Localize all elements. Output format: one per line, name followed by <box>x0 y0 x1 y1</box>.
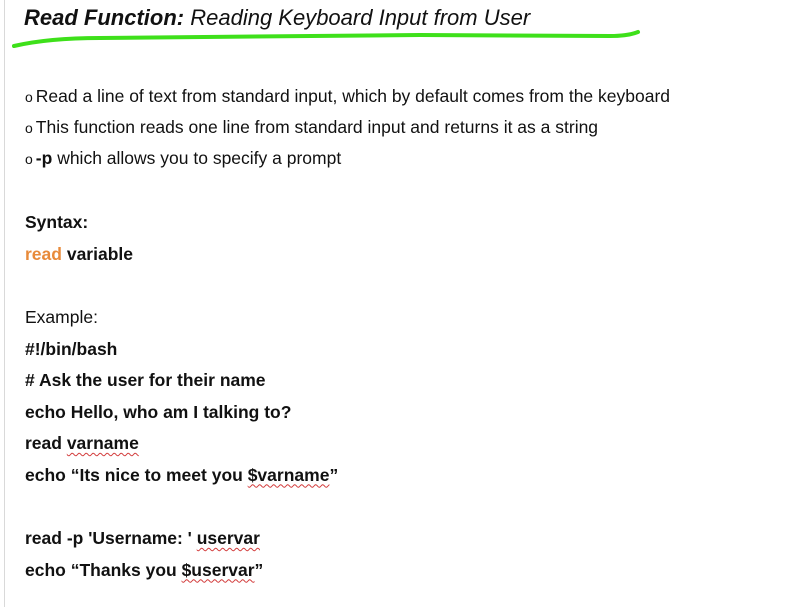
bullet-marker: o <box>25 120 33 136</box>
syntax-line: read variable <box>25 243 133 275</box>
code-text: read <box>25 433 67 453</box>
page-left-border <box>4 0 5 607</box>
syntax-rest: variable <box>61 243 133 264</box>
code-line-shebang: #!/bin/bash <box>25 338 118 359</box>
bullet-item: o This function reads one line from stand… <box>25 117 670 148</box>
bullet-marker: o <box>25 89 33 105</box>
code-text: echo “Thanks you <box>25 559 182 580</box>
syntax-section: Syntax: read variable <box>25 211 133 274</box>
bullet-marker: o <box>25 151 33 167</box>
code-line-comment: # Ask the user for their name <box>25 370 266 390</box>
title-highlight-underline <box>12 30 640 48</box>
code-text: read -p 'Username: ' <box>25 528 197 548</box>
syntax-heading: Syntax: <box>25 212 89 232</box>
spellcheck-word: uservar <box>196 528 260 548</box>
bullet-list: o Read a line of text from standard input… <box>25 86 670 179</box>
code-line-echo-greeting: echo Hello, who am I talking to? <box>25 401 292 422</box>
spellcheck-word: $varname <box>247 464 330 485</box>
code-line-read-prompt: read -p 'Username: ' uservar <box>25 527 263 559</box>
example-section: Example: #!/bin/bash # Ask the user for … <box>25 306 338 495</box>
bullet-item: o Read a line of text from standard input… <box>25 86 670 117</box>
code-text: echo “Its nice to meet you <box>25 464 248 485</box>
code-text: ” <box>329 464 339 485</box>
spellcheck-word: varname <box>66 433 139 453</box>
code-text: ” <box>254 559 264 580</box>
code-line-echo-thanks: echo “Thanks you $uservar” <box>25 559 263 591</box>
spellcheck-word: $uservar <box>181 559 255 580</box>
bullet-text: which allows you to specify a prompt <box>52 148 342 168</box>
code-line-read-varname: read varname <box>25 432 338 464</box>
prompt-example-section: read -p 'Username: ' uservar echo “Thank… <box>25 527 263 590</box>
bullet-text: This function reads one line from standa… <box>35 117 599 137</box>
bullet-bold-flag: -p <box>35 148 53 168</box>
bullet-text: Read a line of text from standard input,… <box>35 86 671 106</box>
syntax-keyword: read <box>25 243 62 264</box>
example-heading: Example: <box>25 307 98 327</box>
code-line-echo-nice: echo “Its nice to meet you $varname” <box>25 464 338 496</box>
bullet-item: o -p which allows you to specify a prompt <box>25 148 670 179</box>
